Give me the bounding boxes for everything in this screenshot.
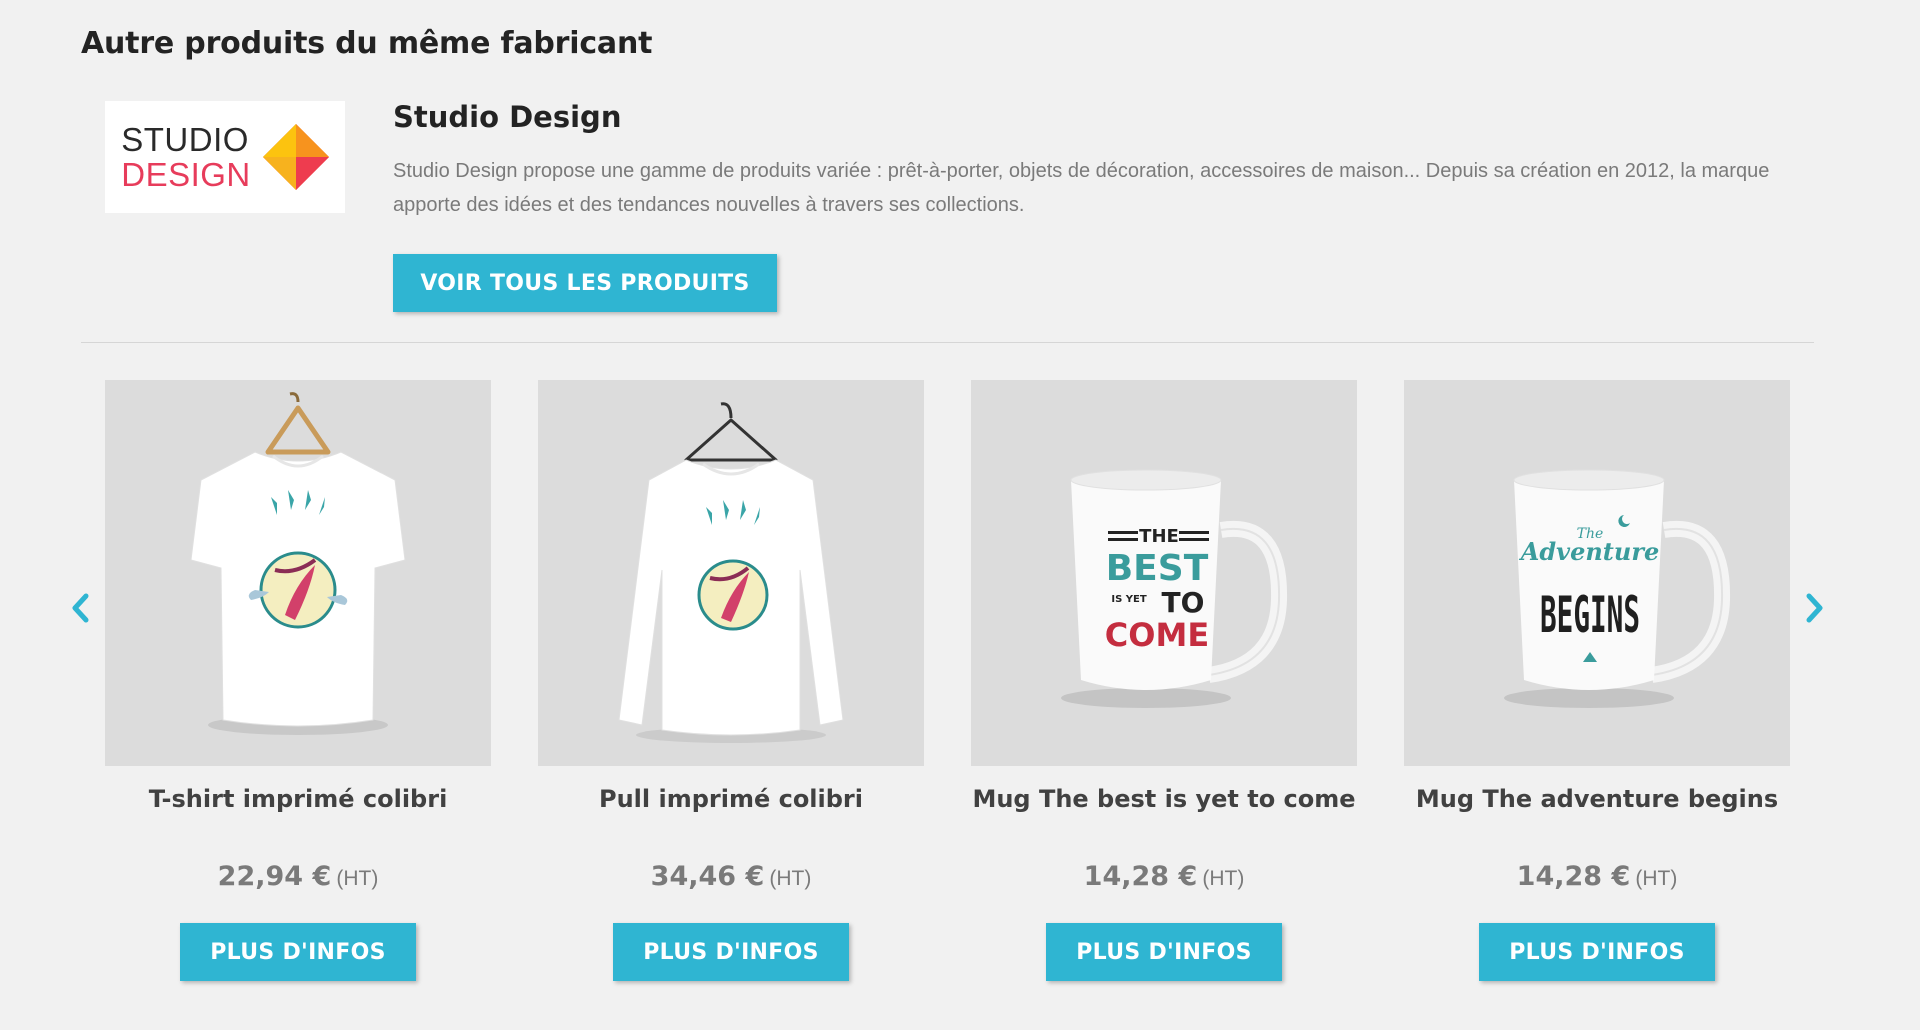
tshirt-hummingbird-image xyxy=(190,392,406,735)
product-price: 34,46 € (HT) xyxy=(538,861,924,892)
product-name[interactable]: Mug The adventure begins xyxy=(1364,785,1830,813)
product-image-tshirt[interactable] xyxy=(105,380,491,766)
price-tax-label: (HT) xyxy=(1202,867,1245,890)
section-title: Autre produits du même fabricant xyxy=(81,26,653,61)
brand-name: Studio Design xyxy=(393,100,622,134)
brand-logo[interactable]: STUDIO DESIGN xyxy=(105,101,345,213)
more-info-button[interactable]: PLUS D'INFOS xyxy=(180,923,416,981)
mug-text-the: THE xyxy=(1139,526,1179,547)
logo-text-studio: STUDIO xyxy=(121,121,249,158)
product-price: 14,28 € (HT) xyxy=(971,861,1357,892)
mug-text-adventure: Adventure xyxy=(1519,537,1660,566)
product-image-mug-adventure[interactable]: The Adventure BEGINS xyxy=(1404,380,1790,766)
price-value: 22,94 € xyxy=(217,861,332,892)
divider xyxy=(81,342,1814,343)
product-card: The Adventure BEGINS Mug The adventure b… xyxy=(1404,380,1790,981)
product-name[interactable]: Pull imprimé colibri xyxy=(498,785,964,813)
price-tax-label: (HT) xyxy=(1635,867,1678,890)
logo-text-design: DESIGN xyxy=(121,156,251,193)
more-info-button[interactable]: PLUS D'INFOS xyxy=(613,923,849,981)
more-info-button[interactable]: PLUS D'INFOS xyxy=(1046,923,1282,981)
mug-text-begins: BEGINS xyxy=(1540,586,1640,644)
product-name[interactable]: T-shirt imprimé colibri xyxy=(65,785,531,813)
price-value: 14,28 € xyxy=(1083,861,1198,892)
price-tax-label: (HT) xyxy=(769,867,812,890)
mug-best-yet-to-come-image: THE BEST IS YET TO COME xyxy=(1061,469,1288,708)
more-info-button[interactable]: PLUS D'INFOS xyxy=(1479,923,1715,981)
mug-text-to: TO xyxy=(1162,586,1205,619)
mug-adventure-begins-image: The Adventure BEGINS xyxy=(1504,469,1731,708)
chevron-left-icon xyxy=(72,593,89,623)
price-value: 14,28 € xyxy=(1516,861,1631,892)
logo-diamond-icon xyxy=(262,124,329,190)
mug-text-best: BEST xyxy=(1106,548,1209,589)
product-price: 14,28 € (HT) xyxy=(1404,861,1790,892)
price-tax-label: (HT) xyxy=(336,867,379,890)
sweater-hummingbird-image xyxy=(618,402,844,743)
price-value: 34,46 € xyxy=(650,861,765,892)
brand-description: Studio Design propose une gamme de produ… xyxy=(393,160,1770,216)
product-image-sweater[interactable] xyxy=(538,380,924,766)
product-card: T-shirt imprimé colibri 22,94 € (HT) PLU… xyxy=(105,380,491,981)
chevron-right-icon xyxy=(1806,593,1823,623)
view-all-products-button[interactable]: VOIR TOUS LES PRODUITS xyxy=(393,254,777,312)
product-card: THE BEST IS YET TO COME Mug The best is … xyxy=(971,380,1357,981)
carousel-next-button[interactable] xyxy=(1799,588,1829,628)
product-card: Pull imprimé colibri 34,46 € (HT) PLUS D… xyxy=(538,380,924,981)
product-name[interactable]: Mug The best is yet to come xyxy=(931,785,1397,813)
product-price: 22,94 € (HT) xyxy=(105,861,491,892)
product-image-mug-best[interactable]: THE BEST IS YET TO COME xyxy=(971,380,1357,766)
carousel-prev-button[interactable] xyxy=(66,588,96,628)
mug-text-is-yet: IS YET xyxy=(1111,594,1146,605)
mug-text-come: COME xyxy=(1105,616,1209,654)
